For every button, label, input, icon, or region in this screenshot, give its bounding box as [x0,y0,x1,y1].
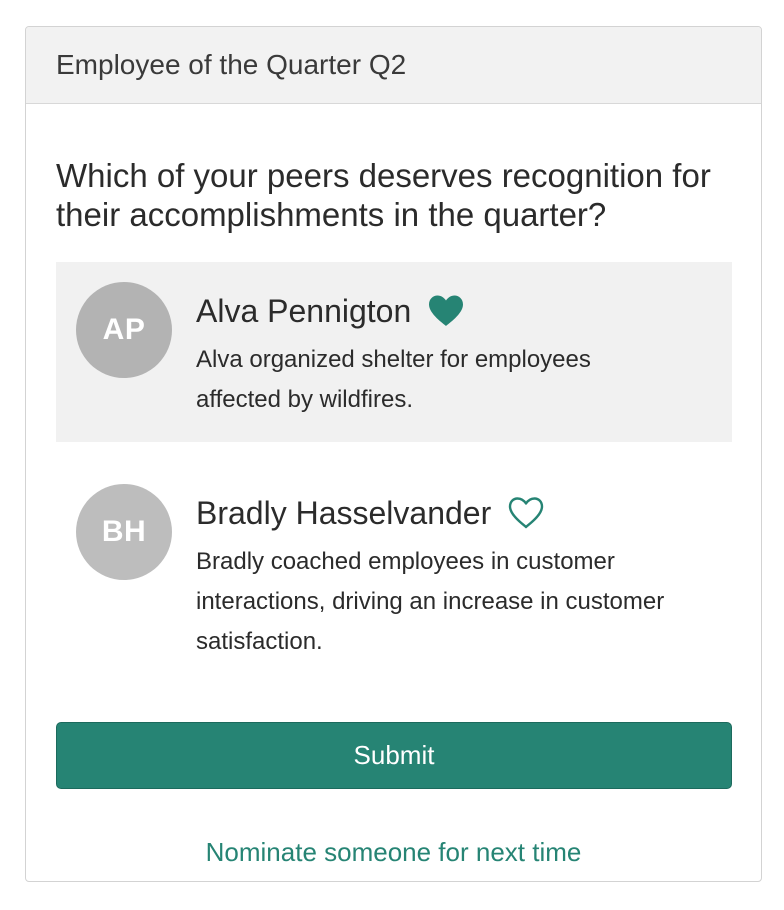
card-body: Which of your peers deserves recognition… [26,156,761,868]
question-text: Which of your peers deserves recognition… [56,157,711,233]
nominee-description: Bradly coached employees in customer int… [196,548,665,655]
card-title: Employee of the Quarter Q2 [56,49,407,80]
heart-filled-icon[interactable] [427,294,465,328]
nominee-name: Alva Pennigton [196,292,412,329]
avatar: BH [76,484,172,580]
nomination-card: Employee of the Quarter Q2 Which of your… [25,26,762,882]
nominee-bradly-hasselvander[interactable]: BH Bradly Hasselvander Bradly coached em… [56,464,732,684]
submit-button[interactable]: Submit [56,722,732,789]
nominee-description: Alva organized shelter for employees aff… [196,346,591,413]
avatar: AP [76,282,172,378]
nominee-name-row: Bradly Hasselvander [196,484,712,542]
heart-outline-icon[interactable] [507,496,545,530]
card-header: Employee of the Quarter Q2 [26,27,761,104]
nominee-alva-pennigton[interactable]: AP Alva Pennigton Alva organized shelter… [56,262,732,442]
nominate-link[interactable]: Nominate someone for next time [56,837,731,868]
nominee-name-row: Alva Pennigton [196,282,712,340]
nominee-name: Bradly Hasselvander [196,494,492,531]
